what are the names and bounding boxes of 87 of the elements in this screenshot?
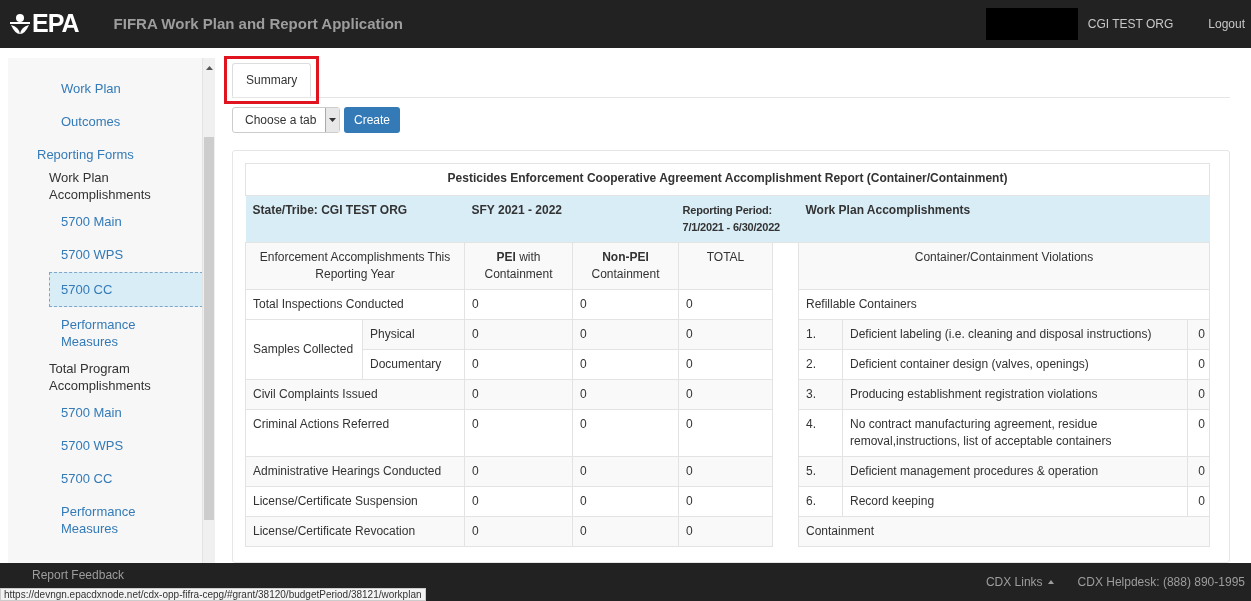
sidebar-link[interactable]: 5700 Main [8, 205, 203, 238]
tab-select[interactable]: Choose a tab [232, 107, 340, 133]
violation-label: No contract manufacturing agreement, residue removal,instructions, list of acceptable containers [842, 409, 1188, 457]
sidebar-link[interactable]: Work Plan [8, 72, 203, 105]
sidebar-link[interactable]: 5700 CC [49, 272, 203, 307]
sidebar-link[interactable]: Outcomes [8, 105, 203, 138]
column-header: PEI with Containment [464, 242, 573, 290]
column-header: Non-PEI Containment [572, 242, 679, 290]
report-title: Pesticides Enforcement Cooperative Agreement Accomplishment Report (Container/Containment) [245, 163, 1210, 196]
violation-label: Deficient labeling (i.e. cleaning and disposal instructions) [842, 319, 1188, 350]
sidebar-link[interactable]: 5700 CC [8, 462, 203, 495]
emblem-icon [9, 13, 31, 35]
row-label: Physical [362, 319, 465, 350]
table-cell: 0 [572, 349, 679, 380]
table-cell: 0 [678, 319, 773, 350]
sidebar-link[interactable]: 5700 Main [8, 396, 203, 429]
logout-link[interactable]: Logout [1208, 15, 1245, 33]
item-number: 5. [798, 456, 843, 487]
row-label: Criminal Actions Referred [245, 409, 465, 457]
header-cell: SFY 2021 - 2022 [464, 195, 679, 243]
caret-icon [329, 118, 336, 122]
org-name: CGI TEST ORG [1087, 16, 1174, 33]
row-label: Documentary [362, 349, 465, 380]
header-cell: Work Plan Accomplishments [798, 195, 1210, 243]
table-cell: 0 [678, 349, 773, 380]
row-label: Samples Collected [245, 319, 363, 380]
table-cell: 0 [678, 379, 773, 410]
violation-label: Record keeping [842, 486, 1188, 517]
column-header: Enforcement Accomplishments This Reporting Year [245, 242, 465, 290]
item-number: 4. [798, 409, 843, 457]
sidebar-link[interactable]: 5700 WPS [8, 429, 203, 462]
row-label: Total Inspections Conducted [245, 289, 465, 320]
table-cell: 0 [678, 456, 773, 487]
violation-label: Deficient container design (valves, openings) [842, 349, 1188, 380]
table-cell: 0 [464, 319, 573, 350]
app-title: FIFRA Work Plan and Report Application [113, 13, 403, 34]
helpdesk-text: CDX Helpdesk: (888) 890-1995 [1077, 574, 1245, 591]
section-label: Refillable Containers [798, 289, 1210, 320]
row-label: License/Certificate Suspension [245, 486, 465, 517]
table-cell: 0 [678, 409, 773, 457]
table-cell: 0 [464, 379, 573, 410]
column-header: Container/Containment Violations [798, 242, 1210, 290]
item-number: 6. [798, 486, 843, 517]
table-cell: 0 [572, 409, 679, 457]
summary-tab[interactable]: Summary [232, 63, 312, 97]
table-cell: 0 [572, 319, 679, 350]
column-header: TOTAL [678, 242, 773, 290]
sidebar-link[interactable]: Performance Measures [8, 495, 203, 545]
feedback-link[interactable]: Report Feedback [32, 568, 125, 582]
item-number: 3. [798, 379, 843, 410]
sidebar-link[interactable]: 5700 WPS [8, 238, 203, 271]
header-cell: State/Tribe: CGI TEST ORG [245, 195, 465, 243]
table-cell: 0 [464, 409, 573, 457]
table-cell: 0 [572, 516, 679, 547]
table-cell: 0 [464, 289, 573, 320]
table-cell: 0 [572, 456, 679, 487]
create-button[interactable]: Create [344, 107, 401, 133]
sidebar-link[interactable]: Performance Measures [8, 308, 203, 358]
table-cell: 0 [464, 486, 573, 517]
header-cell: Reporting Period: 7/1/2021 - 6/30/2022 [678, 195, 799, 243]
sidebar-section[interactable]: Reporting Forms [8, 138, 203, 167]
cdx-links-menu[interactable]: CDX Links [985, 573, 1054, 591]
status-url: https://devngn.epacdxnode.net/cdx-opp-fifra-cepg/#grant/38120/budgetPeriod/38121/workplan [0, 588, 426, 601]
section-label: Containment [798, 516, 1210, 547]
table-cell: 0 [678, 516, 773, 547]
logo-text[interactable]: EPA [32, 5, 79, 43]
caret-up-icon [1047, 580, 1054, 584]
table-cell: 0 [464, 516, 573, 547]
sidebar-group[interactable]: Work Plan Accomplishments [8, 167, 203, 205]
table-cell: 0 [464, 456, 573, 487]
table-cell: 0 [678, 289, 773, 320]
violation-label: Deficient management procedures & operation [842, 456, 1188, 487]
violation-label: Producing establishment registration violations [842, 379, 1188, 410]
row-label: License/Certificate Revocation [245, 516, 465, 547]
table-cell: 0 [572, 486, 679, 517]
scroll-up-icon[interactable] [206, 66, 213, 70]
item-number: 1. [798, 319, 843, 350]
sidebar-group[interactable]: Total Program Accomplishments [8, 358, 203, 396]
row-label: Administrative Hearings Conducted [245, 456, 465, 487]
table-cell: 0 [464, 349, 573, 380]
item-number: 2. [798, 349, 843, 380]
row-label: Civil Complaints Issued [245, 379, 465, 410]
table-cell: 0 [572, 289, 679, 320]
scrollbar[interactable] [202, 58, 215, 563]
table-cell: 0 [678, 486, 773, 517]
scrollbar-thumb[interactable] [204, 137, 214, 520]
table-cell: 0 [572, 379, 679, 410]
